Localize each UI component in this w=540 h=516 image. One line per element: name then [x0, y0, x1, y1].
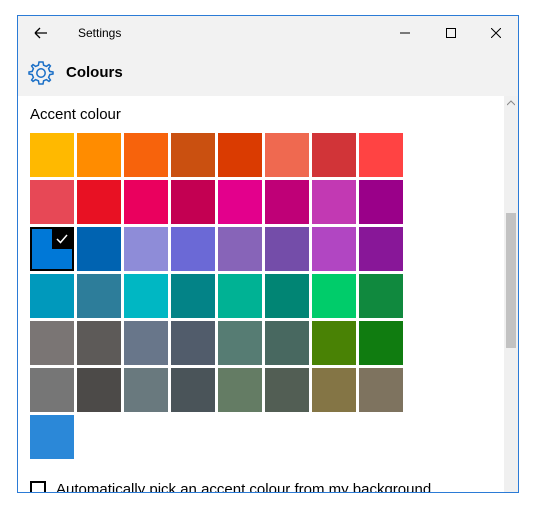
colour-swatch[interactable] [30, 180, 74, 224]
auto-pick-label[interactable]: Automatically pick an accent colour from… [56, 481, 431, 493]
colour-swatch[interactable] [265, 368, 309, 412]
gear-icon [28, 61, 54, 85]
colour-swatch[interactable] [312, 274, 356, 318]
colour-swatch[interactable] [218, 180, 262, 224]
colour-swatch[interactable] [77, 180, 121, 224]
colour-swatch[interactable] [218, 368, 262, 412]
colour-swatch[interactable] [359, 180, 403, 224]
colour-swatch[interactable] [312, 133, 356, 177]
colour-swatch[interactable] [359, 274, 403, 318]
accent-colour-heading: Accent colour [30, 106, 121, 123]
colour-swatch[interactable] [77, 274, 121, 318]
colour-swatch[interactable] [124, 368, 168, 412]
colour-swatch[interactable] [265, 180, 309, 224]
colour-swatch[interactable] [312, 180, 356, 224]
colour-swatch[interactable] [30, 368, 74, 412]
colour-swatch[interactable] [77, 368, 121, 412]
content-area: Accent colour Automatically pick an acce… [18, 96, 504, 493]
back-button[interactable] [26, 20, 56, 46]
colour-swatch[interactable] [30, 415, 74, 459]
colour-swatch[interactable] [312, 368, 356, 412]
scroll-up-button[interactable] [504, 96, 518, 110]
colour-swatch[interactable] [359, 133, 403, 177]
minimize-icon [400, 32, 410, 34]
colour-swatch[interactable] [77, 133, 121, 177]
window-title: Settings [78, 26, 122, 40]
close-button[interactable] [473, 16, 518, 50]
title-bar: Settings [18, 16, 518, 50]
colour-swatch[interactable] [30, 321, 74, 365]
colour-swatch[interactable] [359, 368, 403, 412]
page-title: Colours [66, 64, 123, 81]
colour-swatch[interactable] [265, 133, 309, 177]
chevron-up-icon [507, 100, 515, 106]
colour-swatch[interactable] [265, 227, 309, 271]
colour-swatch[interactable] [171, 227, 215, 271]
colour-swatch[interactable] [218, 274, 262, 318]
colour-swatch[interactable] [124, 274, 168, 318]
colour-swatch[interactable] [312, 227, 356, 271]
colour-swatch[interactable] [359, 321, 403, 365]
maximize-icon [446, 28, 456, 38]
colour-swatch[interactable] [171, 321, 215, 365]
maximize-button[interactable] [428, 16, 474, 50]
colour-swatch[interactable] [124, 227, 168, 271]
colour-swatch[interactable] [30, 227, 74, 271]
colour-swatch[interactable] [265, 321, 309, 365]
colour-swatch[interactable] [77, 321, 121, 365]
colour-swatch[interactable] [359, 227, 403, 271]
colour-swatch[interactable] [171, 274, 215, 318]
colour-swatch[interactable] [218, 133, 262, 177]
colour-swatch[interactable] [30, 133, 74, 177]
colour-swatch[interactable] [171, 133, 215, 177]
colour-swatch[interactable] [312, 321, 356, 365]
colour-swatch[interactable] [30, 274, 74, 318]
auto-pick-checkbox[interactable] [30, 481, 46, 492]
back-arrow-icon [34, 27, 47, 39]
colour-swatch[interactable] [124, 133, 168, 177]
close-icon [491, 28, 501, 38]
checkmark-icon [52, 229, 72, 249]
vertical-scrollbar[interactable] [504, 96, 518, 492]
page-header: Colours [18, 50, 518, 96]
colour-swatch[interactable] [265, 274, 309, 318]
colour-swatch[interactable] [77, 227, 121, 271]
colour-swatch[interactable] [171, 368, 215, 412]
settings-window: Settings Colours Accent colour Automatic… [17, 15, 519, 493]
colour-swatch[interactable] [171, 180, 215, 224]
colour-swatch[interactable] [218, 227, 262, 271]
colour-swatch[interactable] [124, 321, 168, 365]
colour-swatch[interactable] [218, 321, 262, 365]
auto-pick-row[interactable]: Automatically pick an accent colour from… [30, 478, 431, 493]
scroll-thumb[interactable] [506, 213, 516, 348]
minimize-button[interactable] [382, 16, 428, 50]
colour-swatch[interactable] [124, 180, 168, 224]
